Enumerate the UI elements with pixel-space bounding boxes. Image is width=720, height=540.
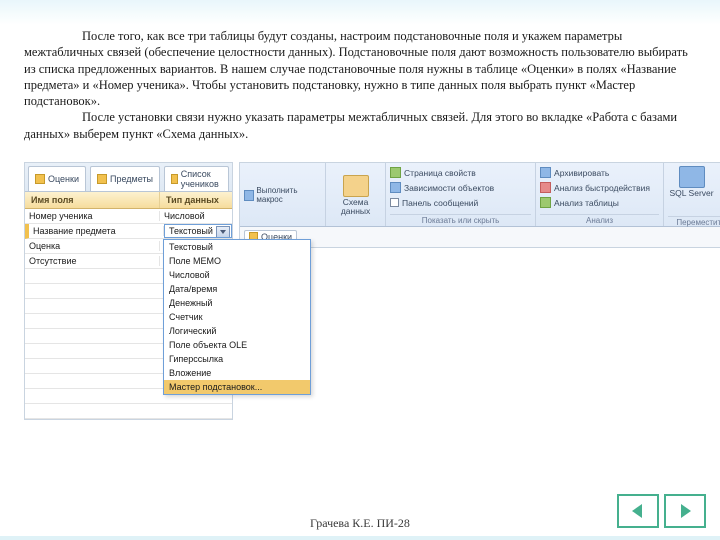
small-label: Зависимости объектов — [404, 183, 494, 193]
table-row-selected[interactable]: Название предмета Текстовый — [25, 224, 232, 239]
schema-icon — [343, 175, 369, 197]
ribbon-group-analysis: Архивировать Анализ быстродействия Анали… — [536, 163, 664, 226]
small-label: Панель сообщений — [402, 198, 478, 208]
tab-ocenki[interactable]: Оценки — [28, 166, 86, 191]
small-label: Архивировать — [554, 168, 609, 178]
dd-item[interactable]: Счетчик — [164, 310, 310, 324]
table-icon — [97, 174, 107, 184]
small-btn[interactable]: Страница свойств — [390, 166, 531, 180]
cell-type-value: Текстовый — [169, 226, 213, 236]
dd-item[interactable]: Логический — [164, 324, 310, 338]
small-btn[interactable]: Зависимости объектов — [390, 181, 531, 195]
cell-field: Отсутствие — [25, 256, 160, 266]
paragraph-2: После установки связи нужно указать пара… — [24, 109, 696, 142]
dd-item[interactable]: Дата/время — [164, 282, 310, 296]
table-designer-screenshot: Оценки Предметы Список учеников Имя поля… — [24, 162, 233, 420]
ribbon: Выполнить макрос Схема данных Страница с… — [240, 163, 720, 227]
tab-label: Оценки — [48, 174, 79, 184]
body-text: После того, как все три таблицы будут со… — [0, 0, 720, 142]
property-icon — [390, 167, 401, 178]
run-macro-label: Выполнить макрос — [256, 186, 321, 204]
ribbon-group-macro: Выполнить макрос — [240, 163, 326, 226]
perf-icon — [540, 182, 551, 193]
dd-item[interactable]: Текстовый — [164, 240, 310, 254]
ribbon-group-move: SQL Server База данных Access Переместит… — [664, 163, 720, 226]
small-btn[interactable]: Панель сообщений — [390, 196, 531, 210]
small-btn[interactable]: Анализ быстродействия — [540, 181, 659, 195]
cell-field: Номер ученика — [25, 211, 160, 221]
tab-label: Список учеников — [181, 169, 222, 189]
header-field-name: Имя поля — [25, 192, 160, 208]
table-tabs: Оценки Предметы Список учеников — [25, 163, 232, 192]
cell-type[interactable]: Текстовый — [164, 224, 232, 238]
schema-label: Схема данных — [330, 198, 381, 216]
triangle-left-icon — [629, 502, 647, 520]
checkbox-icon[interactable] — [390, 198, 399, 207]
analyze-icon — [540, 197, 551, 208]
grid-body: Номер ученика Числовой Название предмета… — [25, 209, 232, 419]
ribbon-screenshot: Выполнить макрос Схема данных Страница с… — [239, 162, 720, 248]
small-btn[interactable]: Анализ таблицы — [540, 196, 659, 210]
table-row[interactable]: Номер ученика Числовой — [25, 209, 232, 224]
paragraph-1: После того, как все три таблицы будут со… — [24, 28, 696, 109]
tab-label: Предметы — [110, 174, 153, 184]
cell-field: Название предмета — [29, 226, 164, 236]
cell-field: Оценка — [25, 241, 160, 251]
dd-item-highlight[interactable]: Мастер подстановок... — [164, 380, 310, 394]
dd-item[interactable]: Поле МЕМО — [164, 254, 310, 268]
deps-icon — [390, 182, 401, 193]
macro-icon — [244, 190, 254, 201]
ribbon-group-schema: Схема данных — [326, 163, 386, 226]
group-caption: Переместить данные — [668, 216, 720, 227]
table-row[interactable] — [25, 404, 232, 419]
ribbon-group-showhide: Страница свойств Зависимости объектов Па… — [386, 163, 536, 226]
dropdown-button[interactable] — [216, 226, 230, 238]
small-label: Страница свойств — [404, 168, 476, 178]
table-icon — [35, 174, 45, 184]
group-caption: Анализ — [540, 214, 659, 225]
dd-item[interactable]: Вложение — [164, 366, 310, 380]
dd-item[interactable]: Поле объекта OLE — [164, 338, 310, 352]
group-caption: Показать или скрыть — [390, 214, 531, 225]
tab-spisok[interactable]: Список учеников — [164, 166, 229, 191]
next-slide-button[interactable] — [664, 494, 706, 528]
datatype-dropdown[interactable]: Текстовый Поле МЕМО Числовой Дата/время … — [163, 239, 311, 395]
grid-header: Имя поля Тип данных — [25, 192, 232, 209]
screenshots-row: Оценки Предметы Список учеников Имя поля… — [24, 162, 696, 420]
sql-label: SQL Server — [670, 189, 714, 198]
small-btn[interactable]: Архивировать — [540, 166, 659, 180]
triangle-right-icon — [676, 502, 694, 520]
slide-nav — [617, 494, 706, 528]
bottom-stripe — [0, 536, 720, 540]
schema-button[interactable]: Схема данных — [330, 166, 381, 225]
archive-icon — [540, 167, 551, 178]
chevron-down-icon — [220, 230, 226, 234]
sql-button[interactable]: SQL Server — [668, 166, 715, 198]
footer-author: Грачева К.Е. ПИ-28 — [0, 516, 720, 531]
dd-item[interactable]: Числовой — [164, 268, 310, 282]
dd-item[interactable]: Гиперссылка — [164, 352, 310, 366]
prev-slide-button[interactable] — [617, 494, 659, 528]
dd-item[interactable]: Денежный — [164, 296, 310, 310]
sql-icon — [679, 166, 705, 188]
small-label: Анализ таблицы — [554, 198, 619, 208]
header-data-type: Тип данных — [160, 192, 232, 208]
tab-predmety[interactable]: Предметы — [90, 166, 160, 191]
small-label: Анализ быстродействия — [554, 183, 650, 193]
lower-tabs: Оценки — [240, 227, 720, 247]
cell-type: Числовой — [160, 211, 232, 221]
table-icon — [171, 174, 178, 184]
